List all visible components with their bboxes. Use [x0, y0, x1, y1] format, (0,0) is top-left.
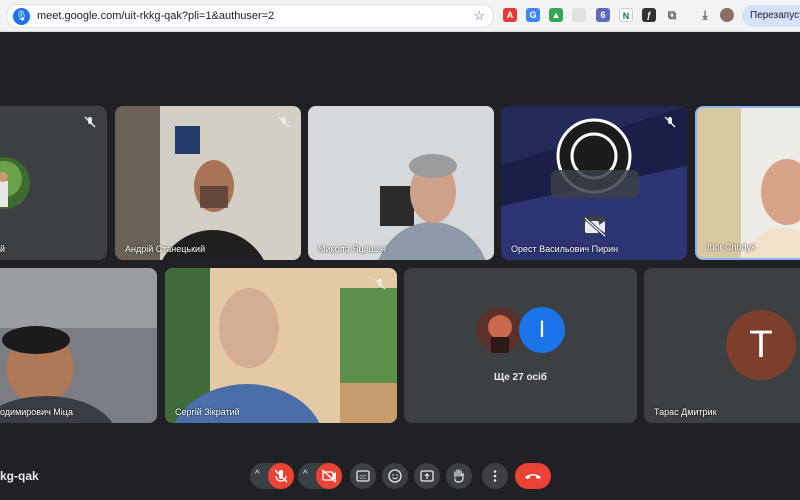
participant-avatar: I	[519, 307, 565, 353]
participant-tile[interactable]: й	[0, 106, 107, 260]
more-options-icon	[493, 470, 497, 482]
chevron-up-icon[interactable]: ^	[255, 469, 260, 480]
participant-tile-active-speaker[interactable]: Ihor Chudyk	[695, 106, 800, 260]
script-extension-icon[interactable]: ƒ	[642, 8, 656, 22]
camera-off-icon	[321, 469, 337, 483]
restart-button[interactable]: Перезапустити	[742, 5, 800, 27]
camera-toggle-button[interactable]	[316, 463, 342, 489]
mic-toggle-button[interactable]	[268, 463, 294, 489]
participant-video	[115, 106, 301, 260]
mic-off-icon	[374, 278, 386, 290]
meeting-code: kg-qak	[0, 469, 39, 483]
participant-name: Ihor Chudyk	[707, 242, 756, 252]
browser-toolbar: 🎙 meet.google.com/uit-rkkg-qak?pli=1&aut…	[0, 0, 800, 32]
site-info-icon[interactable]: 🎙	[13, 8, 30, 25]
participant-name: Сергій Зікратий	[175, 407, 240, 417]
participant-avatar: T	[726, 310, 796, 380]
address-bar[interactable]: 🎙 meet.google.com/uit-rkkg-qak?pli=1&aut…	[6, 4, 494, 28]
others-count-label: Ще 27 осіб	[494, 372, 547, 383]
bookmark-star-icon[interactable]: ☆	[473, 8, 485, 24]
participant-tile[interactable]: Микола Яцишин	[308, 106, 494, 260]
camera-off-icon	[583, 216, 607, 238]
mic-off-icon	[278, 116, 290, 128]
participant-video	[308, 106, 494, 260]
raise-hand-button[interactable]	[446, 463, 472, 489]
participant-tile[interactable]: Андрій Станецький	[115, 106, 301, 260]
present-screen-icon	[420, 470, 434, 482]
profile-photo	[0, 157, 30, 209]
adblock-extension-icon[interactable]: A	[503, 8, 517, 22]
participant-video	[165, 268, 397, 423]
more-options-button[interactable]	[482, 463, 508, 489]
participant-video	[697, 108, 800, 258]
participant-video	[0, 268, 157, 423]
mic-off-icon	[84, 116, 96, 128]
download-icon[interactable]: ⤓	[698, 8, 712, 22]
leave-call-button[interactable]	[515, 463, 551, 489]
profile-avatar[interactable]	[720, 8, 734, 22]
participant-name: Андрій Станецький	[125, 244, 206, 254]
participant-name: Микола Яцишин	[318, 244, 387, 254]
translate-extension-icon[interactable]: G	[526, 8, 540, 22]
emoji-button[interactable]	[382, 463, 408, 489]
participant-name: й	[0, 244, 6, 254]
drive-extension-icon[interactable]: ▲	[549, 8, 563, 22]
participant-tile[interactable]: одимирович Міца	[0, 268, 157, 423]
url-text: meet.google.com/uit-rkkg-qak?pli=1&authu…	[37, 10, 275, 22]
participant-name: Орест Васильович Пирин	[511, 244, 619, 254]
chevron-up-icon[interactable]: ^	[303, 469, 308, 480]
mic-off-icon	[664, 116, 676, 128]
participant-name: одимирович Міца	[0, 407, 73, 417]
notion-extension-icon[interactable]: N	[619, 8, 633, 22]
closed-captions-icon: CC	[356, 470, 370, 482]
emoji-icon	[388, 469, 402, 483]
hang-up-icon	[525, 474, 541, 479]
extensions-menu-icon[interactable]: ⧉	[665, 8, 679, 22]
captions-button[interactable]: CC	[350, 463, 376, 489]
svg-text:CC: CC	[359, 475, 367, 481]
participant-tile[interactable]: T Тарас Дмитрик	[644, 268, 800, 423]
participant-tile[interactable]: Орест Васильович Пирин	[501, 106, 687, 260]
participant-tile[interactable]: Сергій Зікратий	[165, 268, 397, 423]
present-button[interactable]	[414, 463, 440, 489]
participant-thumbnail	[477, 307, 523, 353]
others-tile[interactable]: I Ще 27 осіб	[404, 268, 637, 423]
participant-name: Тарас Дмитрик	[654, 407, 717, 417]
blank-extension-icon[interactable]	[572, 8, 586, 22]
puzzle-extension-icon[interactable]: 6	[596, 8, 610, 22]
raise-hand-icon	[454, 469, 464, 483]
microphone-off-icon	[274, 469, 288, 483]
